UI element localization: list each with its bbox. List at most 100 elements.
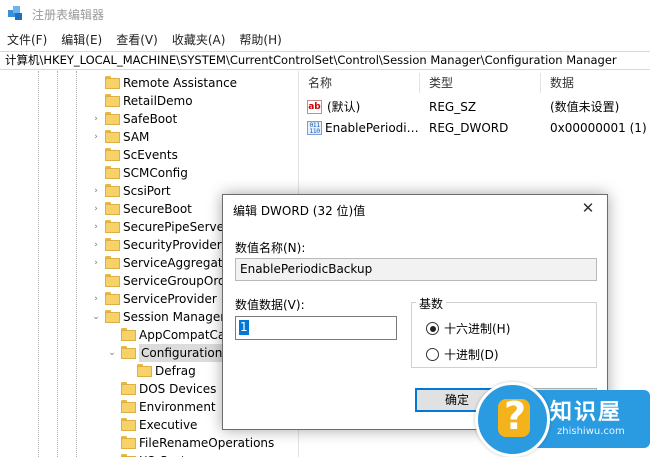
folder-icon	[105, 166, 120, 179]
folder-icon	[105, 238, 120, 251]
folder-icon	[105, 274, 120, 287]
folder-icon	[105, 112, 120, 125]
tree-item[interactable]: › SafeBoot	[0, 110, 298, 128]
folder-icon	[105, 76, 120, 89]
folder-icon	[121, 418, 136, 431]
tree-item-label: SafeBoot	[123, 112, 178, 126]
tree-item[interactable]: I/O System	[0, 452, 298, 457]
folder-icon	[121, 346, 136, 359]
radio-hex[interactable]: 十六进制(H)	[426, 320, 510, 337]
tree-item-label: Environment	[139, 400, 216, 414]
menu-edit[interactable]: 编辑(E)	[54, 31, 109, 48]
column-type[interactable]: 类型	[421, 71, 453, 95]
value-data-label: 数值数据(V):	[235, 298, 305, 312]
column-name[interactable]: 名称	[300, 71, 332, 95]
menu-file[interactable]: 文件(F)	[0, 31, 54, 48]
tree-item-label: ScsiPort	[123, 184, 171, 198]
question-mark-icon: ?	[475, 382, 550, 457]
folder-icon	[105, 256, 120, 269]
menu-help[interactable]: 帮助(H)	[232, 31, 288, 48]
list-header: 名称 类型 数据	[300, 71, 650, 95]
chevron-right-icon[interactable]: ›	[91, 236, 101, 254]
radio-dec-label: 十进制(D)	[444, 348, 499, 362]
chevron-right-icon[interactable]: ›	[91, 200, 101, 218]
folder-icon	[105, 292, 120, 305]
value-data: (数值未设置)	[550, 100, 620, 114]
tree-item[interactable]: SCMConfig	[0, 164, 298, 182]
list-item[interactable]: 011110 EnablePeriodicBackup REG_DWORD 0x…	[300, 118, 650, 138]
tree-item[interactable]: ScEvents	[0, 146, 298, 164]
folder-icon	[105, 130, 120, 143]
radio-hex-label: 十六进制(H)	[444, 322, 511, 336]
value-data-text: 1	[239, 320, 249, 335]
menu-favorites[interactable]: 收藏夹(A)	[165, 31, 233, 48]
folder-icon	[105, 184, 120, 197]
tree-item[interactable]: FileRenameOperations	[0, 434, 298, 452]
address-bar[interactable]: 计算机\HKEY_LOCAL_MACHINE\SYSTEM\CurrentCon…	[0, 51, 650, 70]
tree-item-label: ServiceProvider	[123, 292, 217, 306]
tree-item-label: Session Manager	[123, 310, 226, 324]
list-item[interactable]: ab (默认) REG_SZ (数值未设置)	[300, 97, 650, 117]
chevron-right-icon[interactable]: ›	[91, 254, 101, 272]
regedit-icon	[8, 6, 24, 22]
tree-item[interactable]: › SAM	[0, 128, 298, 146]
tree-item-label: RetailDemo	[123, 94, 193, 108]
folder-icon	[121, 382, 136, 395]
tree-item-label: ScEvents	[123, 148, 178, 162]
value-data: 0x00000001 (1)	[550, 121, 647, 135]
tree-item-label: ServiceGroupOrder	[123, 274, 238, 288]
radio-dec-indicator[interactable]	[426, 348, 439, 361]
folder-icon	[105, 94, 120, 107]
chevron-right-icon[interactable]: ›	[91, 290, 101, 308]
folder-icon	[105, 220, 120, 233]
chevron-down-icon[interactable]: ⌄	[91, 308, 101, 326]
radio-hex-indicator[interactable]	[426, 322, 439, 335]
watermark-domain: zhishiwu.com	[557, 426, 625, 437]
base-group-title: 基数	[416, 295, 447, 312]
menu-view[interactable]: 查看(V)	[109, 31, 165, 48]
folder-icon	[121, 436, 136, 449]
tree-item-label: SCMConfig	[123, 166, 188, 180]
close-icon[interactable]: ✕	[577, 198, 599, 218]
value-name: (默认)	[327, 100, 361, 114]
chevron-down-icon[interactable]: ⌄	[107, 344, 117, 362]
value-data-input[interactable]: 1	[235, 316, 397, 340]
site-watermark: ? 知识屋 zhishiwu.com	[475, 382, 650, 457]
chevron-right-icon[interactable]: ›	[91, 218, 101, 236]
folder-icon	[121, 328, 136, 341]
title-bar: 注册表编辑器	[0, 0, 650, 28]
tree-item-label: SAM	[123, 130, 150, 144]
tree-item[interactable]: RetailDemo	[0, 92, 298, 110]
tree-item[interactable]: Remote Assistance	[0, 74, 298, 92]
chevron-right-icon[interactable]: ›	[91, 110, 101, 128]
column-data[interactable]: 数据	[542, 71, 574, 95]
binary-value-icon: 011 110	[307, 121, 322, 135]
tree-item-label: SecurePipeServers	[123, 220, 236, 234]
tree-item-label: Defrag	[155, 364, 196, 378]
string-value-icon: ab	[307, 100, 322, 114]
window-title: 注册表编辑器	[32, 7, 105, 22]
folder-icon	[137, 364, 152, 377]
tree-item-label: Executive	[139, 418, 198, 432]
value-name: EnablePeriodicBackup	[325, 121, 421, 135]
chevron-right-icon[interactable]: ›	[91, 128, 101, 146]
tree-item-label: SecureBoot	[123, 202, 192, 216]
folder-icon	[105, 310, 120, 323]
value-name-field: EnablePeriodicBackup	[235, 258, 597, 281]
radio-dec[interactable]: 十进制(D)	[426, 346, 499, 363]
chevron-right-icon[interactable]: ›	[91, 182, 101, 200]
tree-item-label: FileRenameOperations	[139, 436, 275, 450]
tree-item-label: DOS Devices	[139, 382, 217, 396]
tree-item-label: Remote Assistance	[123, 76, 238, 90]
